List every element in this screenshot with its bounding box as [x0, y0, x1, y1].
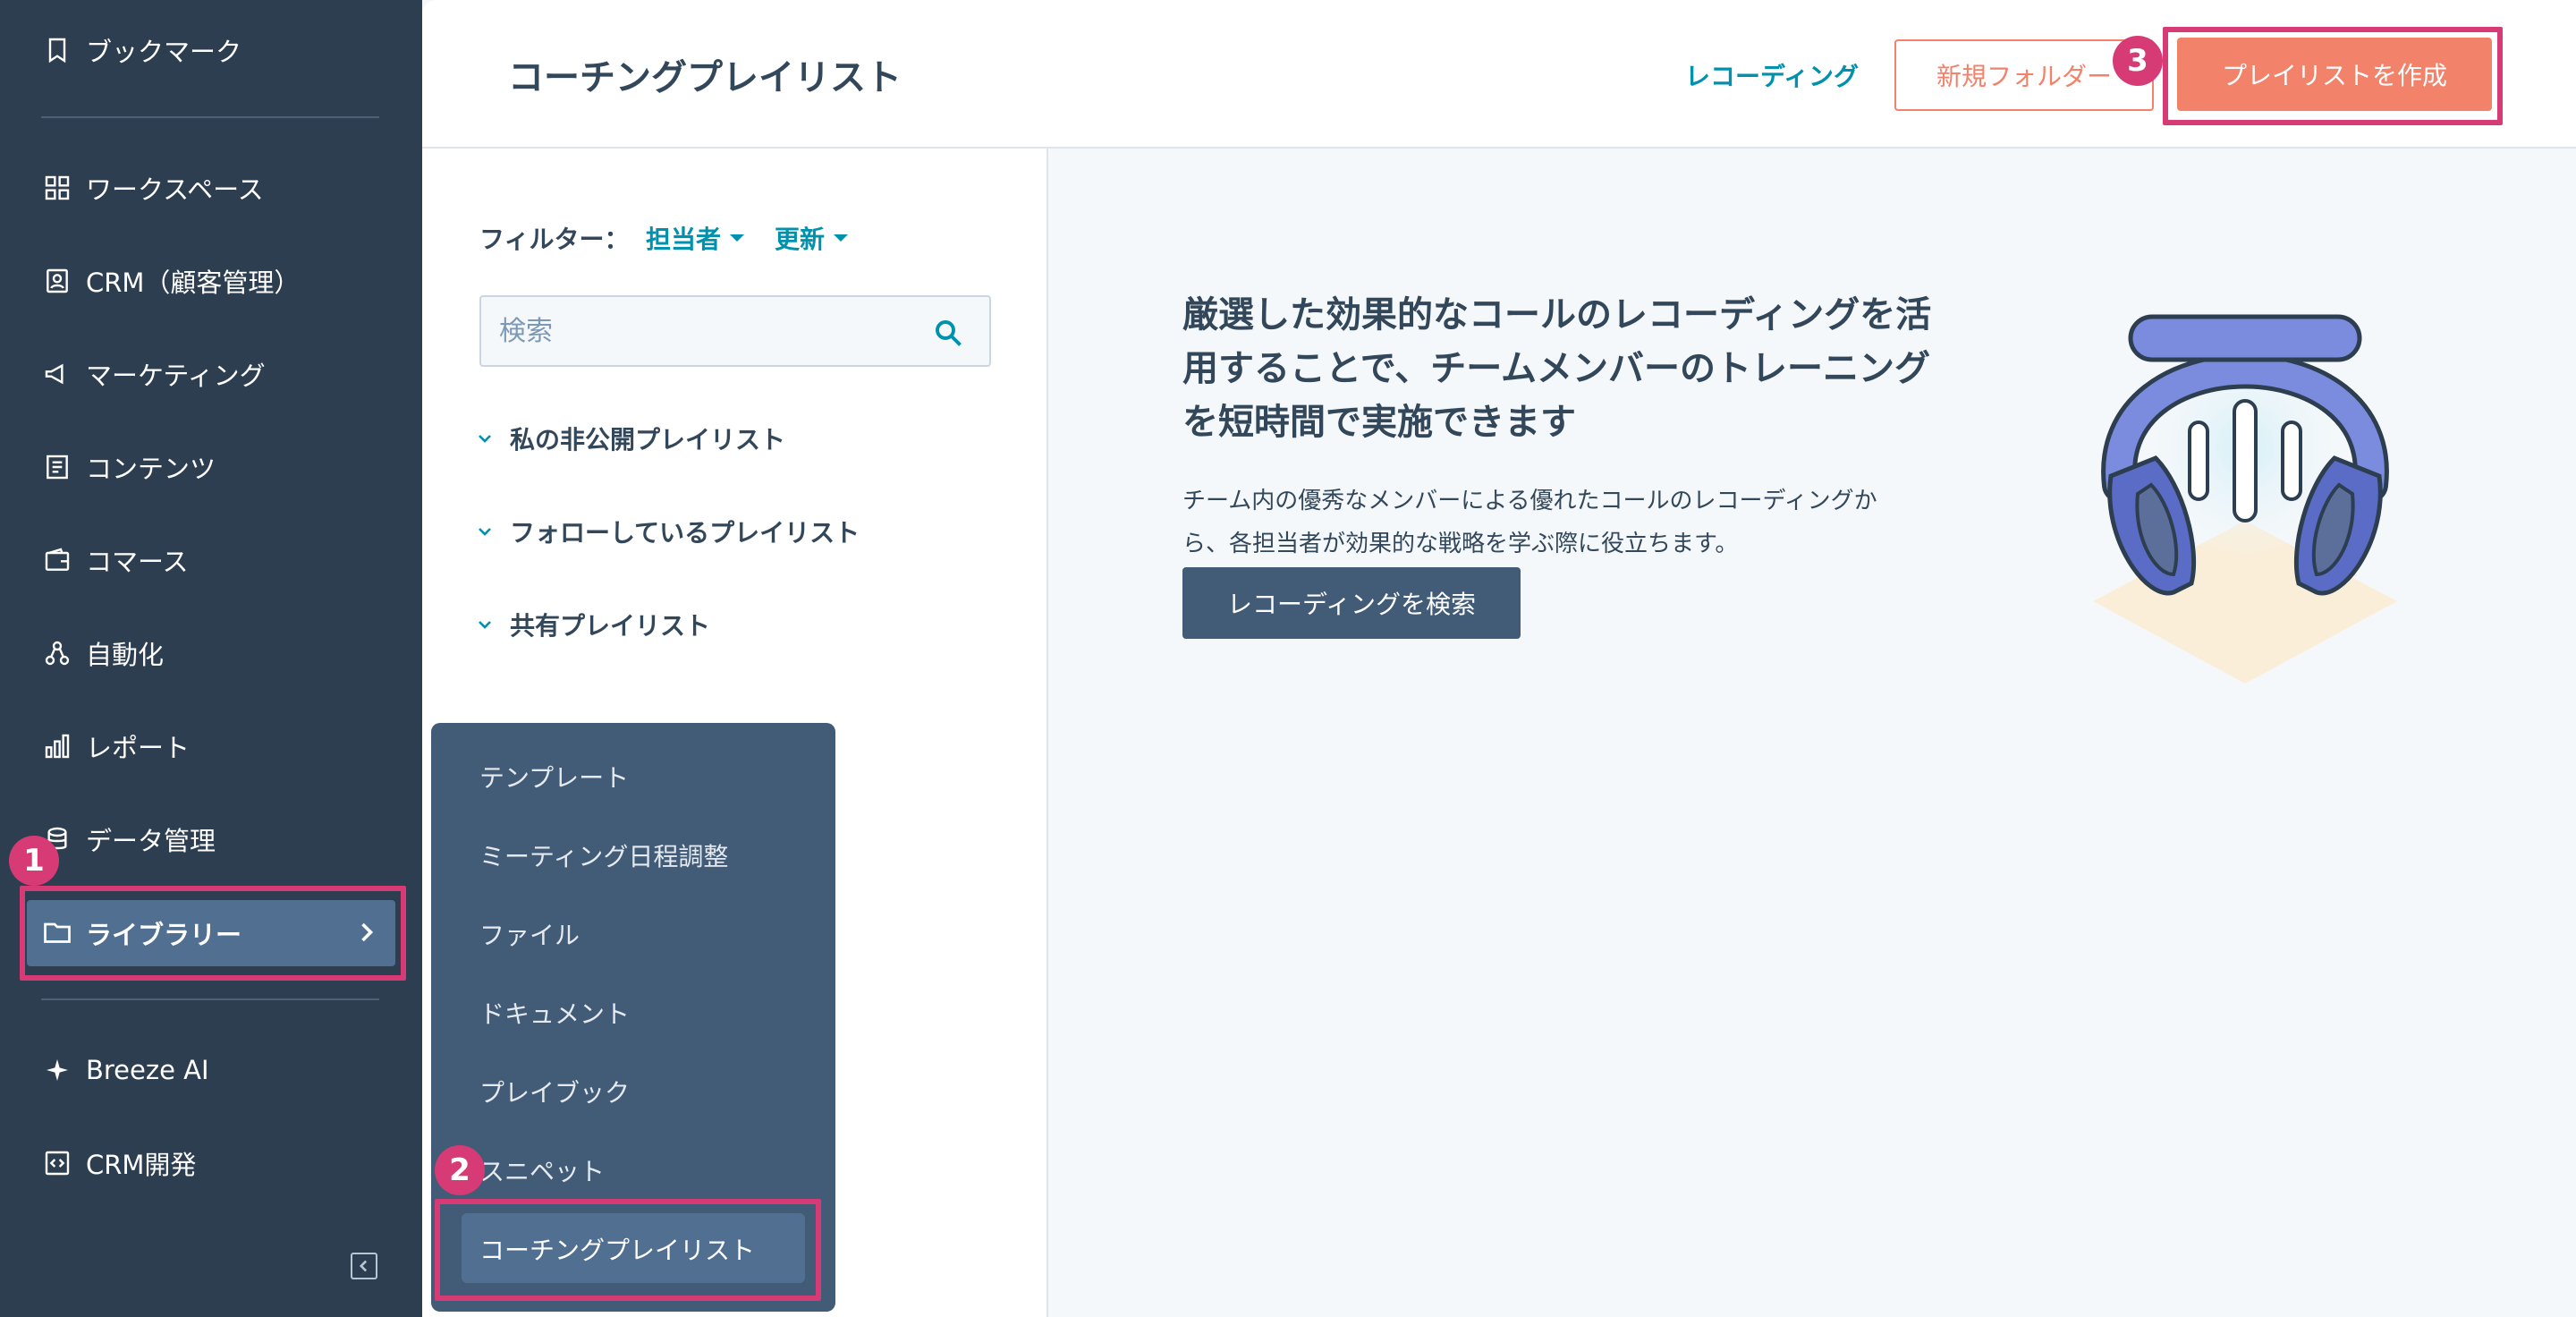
step-badge-1: 1 [9, 836, 59, 886]
step-badge-3: 3 [2113, 36, 2163, 86]
section-label: フォローしているプレイリスト [510, 518, 860, 548]
workflow-icon [39, 635, 75, 671]
bookmark-icon [39, 32, 75, 68]
owner-filter-label: 担当者 [646, 225, 722, 254]
sidebar-item-label: ワークスペース [86, 174, 264, 205]
sidebar-item-label: コマース [86, 547, 189, 577]
chevron-down-icon [479, 621, 491, 629]
owner-filter-dropdown[interactable]: 担当者 [646, 220, 745, 256]
contact-card-icon [39, 263, 75, 299]
sidebar-divider [41, 116, 379, 118]
updated-filter-dropdown[interactable]: 更新 [775, 220, 849, 256]
sidebar-item-reports[interactable]: レポート [39, 719, 190, 773]
submenu-item-snippets[interactable]: スニペット [479, 1152, 605, 1188]
megaphone-icon [39, 356, 75, 392]
bar-chart-icon [39, 728, 75, 764]
chevron-down-icon [479, 528, 491, 536]
chevron-left-icon [359, 1260, 368, 1272]
filter-label: フィルター： [479, 225, 630, 254]
section-private-playlists[interactable]: 私の非公開プレイリスト [474, 421, 785, 456]
submenu-item-meetings[interactable]: ミーティング日程調整 [479, 837, 728, 873]
grid-icon [39, 170, 75, 206]
code-icon [39, 1145, 75, 1181]
sidebar-item-label: レポート [86, 733, 191, 763]
description-line: チーム内の優秀なメンバーによる優れたコールのレコーディングか [1182, 488, 1877, 514]
section-label: 共有プレイリスト [510, 611, 711, 641]
caret-down-icon [730, 234, 745, 242]
sidebar-divider [41, 998, 379, 1000]
sidebar-item-label: マーケティング [86, 361, 266, 391]
step-badge-2: 2 [435, 1145, 485, 1195]
sidebar-item-label: Breeze AI [86, 1055, 209, 1085]
headline-line: 用することで、チームメンバーのトレーニング [1182, 348, 1930, 389]
sidebar-item-label: CRM（顧客管理） [86, 268, 301, 298]
submenu-item-files[interactable]: ファイル [479, 916, 580, 952]
highlight-library [20, 886, 406, 981]
page-title: コーチングプレイリスト [508, 57, 902, 98]
sidebar-item-marketing[interactable]: マーケティング [39, 347, 266, 401]
sidebar-item-label: CRM開発 [86, 1150, 197, 1180]
description-line: ら、各担当者が効果的な戦略を学ぶ際に役立ちます。 [1182, 531, 1739, 557]
sidebar-item-content[interactable]: コンテンツ [39, 440, 216, 494]
section-shared-playlists[interactable]: 共有プレイリスト [474, 607, 710, 642]
headphones-illustration [2093, 314, 2397, 684]
sidebar-item-automation[interactable]: 自動化 [39, 626, 164, 680]
sidebar-item-label: コンテンツ [86, 454, 216, 484]
submenu-item-templates[interactable]: テンプレート [479, 759, 629, 794]
section-label: 私の非公開プレイリスト [510, 425, 786, 455]
sparkle-icon [39, 1052, 75, 1088]
caret-down-icon [834, 234, 849, 242]
sidebar-item-workspaces[interactable]: ワークスペース [39, 161, 264, 215]
submenu-item-playbooks[interactable]: プレイブック [479, 1074, 630, 1109]
document-icon [39, 449, 75, 485]
empty-state-description: チーム内の優秀なメンバーによる優れたコールのレコーディングか ら、各担当者が効果… [1182, 480, 1952, 565]
search-field[interactable] [479, 295, 991, 367]
sidebar-nav: ブックマーク ワークスペース CRM（顧客管理） マーケティング コンテンツ コ… [0, 0, 422, 1317]
sidebar-item-crm-development[interactable]: CRM開発 [39, 1136, 196, 1190]
headline-line: を短時間で実施できます [1182, 402, 1576, 443]
sidebar-item-breeze-ai[interactable]: Breeze AI [39, 1043, 209, 1097]
updated-filter-label: 更新 [775, 225, 826, 254]
section-followed-playlists[interactable]: フォローしているプレイリスト [474, 514, 860, 549]
sidebar-item-label: データ管理 [86, 826, 216, 856]
sidebar-item-commerce[interactable]: コマース [39, 533, 189, 587]
submenu-item-documents[interactable]: ドキュメント [479, 995, 630, 1031]
collapse-sidebar-button[interactable] [351, 1253, 377, 1279]
chevron-down-icon [479, 435, 491, 443]
empty-state-headline: 厳選した効果的なコールのレコーディングを活 用することで、チームメンバーのトレー… [1182, 288, 1952, 449]
recording-link[interactable]: レコーディング [1685, 57, 1859, 93]
sidebar-item-data-management[interactable]: データ管理 [39, 812, 216, 866]
highlight-create-playlist [2163, 27, 2503, 125]
search-icon[interactable] [932, 317, 964, 349]
sidebar-item-label: ブックマーク [86, 37, 242, 67]
sidebar-item-bookmarks[interactable]: ブックマーク [39, 23, 242, 77]
highlight-coaching-playlists [435, 1199, 821, 1301]
headline-line: 厳選した効果的なコールのレコーディングを活 [1182, 294, 1932, 336]
search-input[interactable] [499, 313, 911, 349]
sidebar-item-label: 自動化 [86, 640, 165, 670]
sidebar-item-crm[interactable]: CRM（顧客管理） [39, 254, 300, 308]
search-recordings-button[interactable]: レコーディングを検索 [1182, 567, 1521, 639]
wallet-icon [39, 542, 75, 578]
